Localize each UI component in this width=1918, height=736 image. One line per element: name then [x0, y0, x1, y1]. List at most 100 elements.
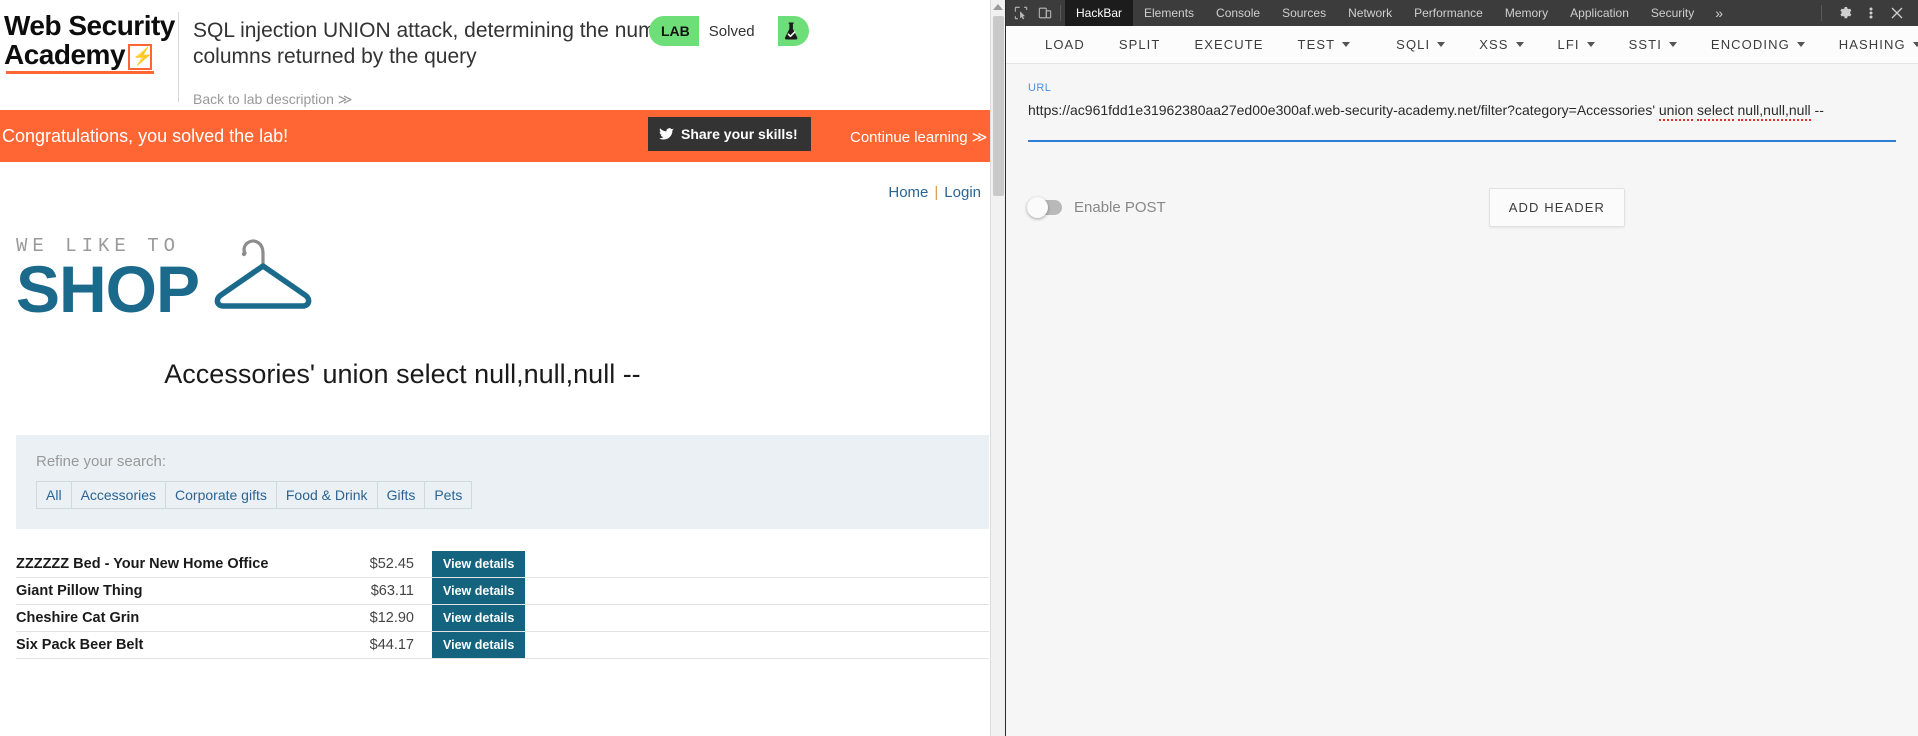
- hackbar-hashing-menu[interactable]: HASHING: [1822, 26, 1918, 63]
- academy-header: Web Security Academy SQL injection UNION…: [0, 0, 1005, 110]
- congratulations-text: Congratulations, you solved the lab!: [2, 125, 289, 146]
- close-svg: [1891, 7, 1903, 19]
- toggle-knob: [1027, 197, 1048, 218]
- hackbar-controls: Enable POST ADD HEADER: [1027, 188, 1896, 227]
- chevron-down-icon: [1437, 42, 1446, 47]
- hackbar-test-menu[interactable]: TEST: [1281, 26, 1368, 63]
- product-price: $63.11: [370, 583, 414, 599]
- ssti-label: SSTI: [1628, 37, 1662, 52]
- shop-wordmark: SHOP: [16, 251, 200, 326]
- coat-hanger-icon: [214, 239, 312, 309]
- lab-status-text: Solved: [698, 16, 778, 46]
- nav-login-link[interactable]: Login: [944, 184, 981, 201]
- chip-corporate-gifts[interactable]: Corporate gifts: [165, 481, 277, 509]
- gear-svg: [1839, 6, 1851, 18]
- kebab-menu-icon[interactable]: [1858, 0, 1884, 26]
- device-toolbar-icon[interactable]: [1038, 6, 1052, 20]
- hackbar-encoding-menu[interactable]: ENCODING: [1694, 26, 1822, 63]
- url-input[interactable]: https://ac961fdd1e31962380aa27ed00e300af…: [1028, 100, 1896, 142]
- chevron-down-icon: [1342, 42, 1351, 47]
- tabbar-divider: [1060, 5, 1061, 21]
- devtools-right-icons: [1811, 0, 1918, 26]
- encoding-label: ENCODING: [1710, 37, 1790, 52]
- logo-line-1: Web Security: [4, 10, 175, 41]
- chevron-down-icon: [1796, 42, 1805, 47]
- hackbar-xss-menu[interactable]: XSS: [1462, 26, 1540, 63]
- hackbar-lfi-menu[interactable]: LFI: [1541, 26, 1612, 63]
- toggle-track: [1027, 197, 1062, 218]
- tab-network[interactable]: Network: [1337, 0, 1403, 26]
- back-to-lab-description-link[interactable]: Back to lab description ≫: [193, 91, 352, 108]
- hackbar-split-button[interactable]: SPLIT: [1102, 26, 1178, 63]
- url-sql-select: select: [1697, 102, 1734, 121]
- search-results-heading: Accessories' union select null,null,null…: [164, 359, 641, 389]
- more-tabs-chevron-icon[interactable]: »: [1705, 0, 1733, 26]
- table-row: Six Pack Beer Belt $44.17 View details: [16, 632, 989, 659]
- product-price: $12.90: [369, 610, 414, 626]
- web-security-academy-logo[interactable]: Web Security Academy: [0, 8, 175, 74]
- continue-learning-link[interactable]: Continue learning ≫: [850, 128, 987, 146]
- test-label: TEST: [1297, 37, 1336, 52]
- share-button-label: Share your skills!: [681, 126, 798, 142]
- lfi-label: LFI: [1557, 37, 1580, 52]
- url-prefix-text: https://ac961fdd1e31962380aa27ed00e300af…: [1028, 102, 1659, 118]
- tab-console[interactable]: Console: [1205, 0, 1271, 26]
- table-row: ZZZZZZ Bed - Your New Home Office $52.45…: [16, 551, 989, 578]
- hackbar-sqli-menu[interactable]: SQLI: [1379, 26, 1462, 63]
- devtools-tool-icons: [1006, 0, 1056, 26]
- hackbar-load-button[interactable]: LOAD: [1028, 26, 1102, 63]
- product-name: Six Pack Beer Belt: [16, 637, 144, 653]
- scroll-up-arrow-icon[interactable]: [993, 4, 1003, 10]
- tab-sources[interactable]: Sources: [1271, 0, 1337, 26]
- chip-food-and-drink[interactable]: Food & Drink: [275, 481, 378, 509]
- category-filter-chips: All Accessories Corporate gifts Food & D…: [36, 481, 969, 509]
- nav-home-link[interactable]: Home: [888, 184, 928, 201]
- product-name: Giant Pillow Thing: [16, 583, 143, 599]
- flask-check-svg: [784, 22, 798, 40]
- view-details-button[interactable]: View details: [432, 578, 526, 604]
- shop-body: Home | Login WE LIKE TO SHOP Accessories' …: [0, 162, 1005, 659]
- hackbar-execute-button[interactable]: EXECUTE: [1177, 26, 1280, 63]
- devtools-panel: HackBar Elements Console Sources Network…: [1005, 0, 1918, 736]
- inspect-element-icon[interactable]: [1014, 6, 1028, 20]
- product-name: Cheshire Cat Grin: [16, 610, 140, 626]
- tab-application[interactable]: Application: [1559, 0, 1640, 26]
- browser-page-pane: Web Security Academy SQL injection UNION…: [0, 0, 1005, 736]
- status-badge[interactable]: LAB Solved: [649, 16, 809, 46]
- lab-tag: LAB: [661, 23, 690, 39]
- split-label: SPLIT: [1118, 37, 1161, 52]
- nav-separator: |: [934, 184, 939, 201]
- product-name: ZZZZZZ Bed - Your New Home Office: [16, 556, 269, 572]
- tab-performance[interactable]: Performance: [1403, 0, 1494, 26]
- view-details-button[interactable]: View details: [432, 551, 526, 577]
- product-price: $44.17: [369, 637, 414, 653]
- chip-gifts[interactable]: Gifts: [376, 481, 426, 509]
- view-details-button[interactable]: View details: [432, 632, 526, 658]
- hackbar-ssti-menu[interactable]: SSTI: [1612, 26, 1694, 63]
- scrollbar-thumb[interactable]: [993, 16, 1004, 196]
- url-sql-union: union: [1658, 102, 1694, 121]
- enable-post-label: Enable POST: [1074, 199, 1166, 216]
- view-details-button[interactable]: View details: [432, 605, 526, 631]
- table-row: Cheshire Cat Grin $12.90 View details: [16, 605, 989, 632]
- twitter-bird-icon: [659, 127, 674, 140]
- chip-accessories[interactable]: Accessories: [70, 481, 167, 509]
- gear-icon[interactable]: [1832, 0, 1858, 26]
- lightning-bolt-icon: [128, 43, 153, 70]
- page-scrollbar[interactable]: [990, 0, 1005, 736]
- chip-pets[interactable]: Pets: [424, 481, 473, 509]
- enable-post-toggle[interactable]: Enable POST: [1027, 197, 1166, 218]
- tab-memory[interactable]: Memory: [1494, 0, 1559, 26]
- url-suffix-text: --: [1810, 102, 1824, 118]
- add-header-button[interactable]: ADD HEADER: [1488, 188, 1625, 227]
- tab-elements[interactable]: Elements: [1133, 0, 1205, 26]
- share-your-skills-button[interactable]: Share your skills!: [648, 117, 811, 151]
- chevron-down-icon: [1912, 42, 1918, 47]
- product-list: ZZZZZZ Bed - Your New Home Office $52.45…: [16, 551, 989, 659]
- chip-all[interactable]: All: [36, 481, 72, 509]
- close-icon[interactable]: [1884, 0, 1910, 26]
- chevron-down-icon: [1515, 42, 1524, 47]
- tab-hackbar[interactable]: HackBar: [1065, 0, 1134, 26]
- tab-security[interactable]: Security: [1640, 0, 1705, 26]
- execute-label: EXECUTE: [1194, 37, 1264, 52]
